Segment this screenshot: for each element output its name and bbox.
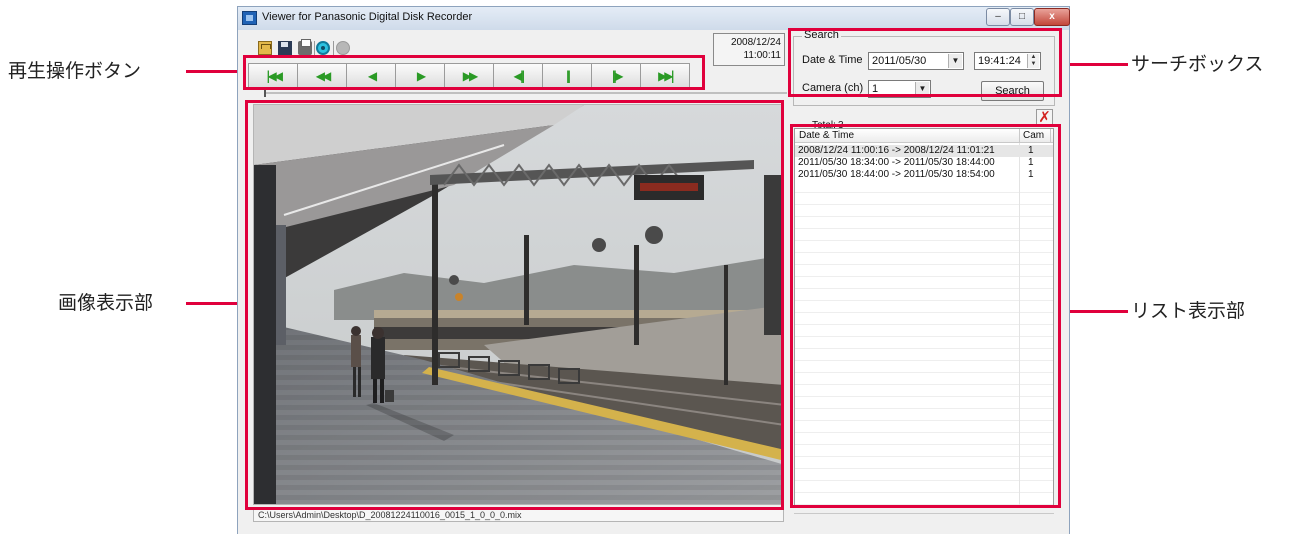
- title-bar[interactable]: Viewer for Panasonic Digital Disk Record…: [238, 7, 1070, 30]
- minimize-button[interactable]: ‒: [986, 8, 1010, 26]
- highlight-playback-buttons: [243, 55, 705, 90]
- record-icon[interactable]: [336, 41, 350, 55]
- callout-image-display: 画像表示部: [58, 292, 154, 314]
- highlight-list-display: [790, 124, 1061, 508]
- save-icon[interactable]: [278, 41, 292, 55]
- minimize-icon: ‒: [995, 11, 1001, 22]
- callout-search-box: サーチボックス: [1131, 53, 1264, 75]
- maximize-icon: □: [1018, 11, 1026, 22]
- callout-list-display: リスト表示部: [1131, 300, 1246, 322]
- callout-playback-buttons: 再生操作ボタン: [8, 60, 142, 82]
- close-button[interactable]: x: [1034, 8, 1070, 26]
- app-icon: [242, 11, 257, 25]
- leader-line-list: [1060, 310, 1128, 313]
- playback-position-slider[interactable]: [264, 92, 787, 94]
- close-icon: x: [1049, 11, 1055, 22]
- highlight-image-display: [245, 100, 784, 510]
- file-path-status: C:\Users\Admin\Desktop\D_20081224110016_…: [253, 508, 784, 522]
- datetime-date: 2008/12/24: [730, 37, 781, 48]
- maximize-button[interactable]: □: [1010, 8, 1034, 26]
- list-status-bar: [794, 513, 1054, 523]
- folder-open-icon[interactable]: [258, 41, 272, 55]
- highlight-search-box: [788, 28, 1062, 97]
- toolbar-divider: [314, 41, 315, 56]
- zoom-icon[interactable]: [316, 41, 330, 55]
- window-title: Viewer for Panasonic Digital Disk Record…: [262, 11, 473, 23]
- datetime-time: 11:00:11: [743, 50, 781, 61]
- print-icon[interactable]: [298, 39, 312, 55]
- toolbar-divider: [333, 41, 334, 56]
- datetime-display: 2008/12/24 11:00:11: [713, 33, 785, 66]
- slider-handle[interactable]: [264, 89, 266, 97]
- leader-line-search: [1060, 63, 1128, 66]
